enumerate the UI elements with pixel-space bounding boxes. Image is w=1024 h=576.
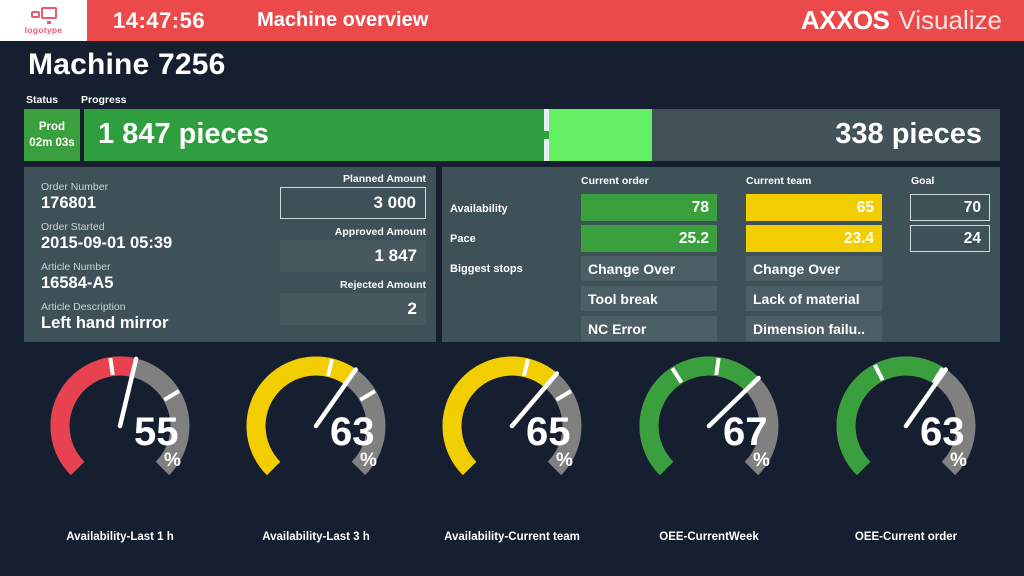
article-description-value: Left hand mirror [41,314,168,333]
order-started-value: 2015-09-01 05:39 [41,234,172,253]
logo[interactable]: logotype [0,0,87,41]
gauge-row: 55 % Availability-Last 1 h 63 % Availabi… [0,346,1024,561]
progress-fill-highlight [546,109,652,161]
gauge-4: 67 % OEE-CurrentWeek [611,346,807,561]
produced-count: 1 847 pieces [98,118,269,151]
gauge-2: 63 % Availability-Last 3 h [218,346,414,561]
gauge-unit: % [526,450,602,472]
order-number-label: Order Number [41,181,108,193]
gauge-value: 67 [723,412,799,452]
gauge-tick [110,358,112,375]
gauge-label: Availability-Last 1 h [22,531,218,543]
app-header: logotype 14:47:56 Machine overview AXXOS… [0,0,1024,41]
planned-amount-label: Planned Amount [343,173,426,185]
column-goal: Goal [911,175,934,187]
progress-marker [544,109,549,161]
status-state: Prod [39,121,65,133]
order-number-value: 176801 [41,194,96,213]
article-description-label: Article Description [41,301,126,313]
column-current-order: Current order [581,175,649,187]
order-stop-2: Tool break [581,286,717,311]
gauge-value: 65 [526,412,602,452]
logo-label: logotype [25,25,63,35]
column-current-team: Current team [746,175,811,187]
gauge-label: OEE-Current order [808,531,1004,543]
article-number-value: 16584-A5 [41,274,113,293]
gauge-label: OEE-CurrentWeek [611,531,807,543]
goal-pace-value: 24 [910,225,990,252]
row-biggest-stops: Biggest stops [450,263,523,275]
team-stop-2: Lack of material [746,286,882,311]
gauge-label: Availability-Last 3 h [218,531,414,543]
gauge-unit: % [920,450,996,472]
gauge-unit: % [134,450,210,472]
approved-amount-label: Approved Amount [335,226,426,238]
header-title: Machine overview [257,9,428,32]
planned-amount-value: 3 000 [280,187,426,219]
order-started-label: Order Started [41,221,105,233]
kpi-panel: Current order Current team Goal Availabi… [442,167,1000,342]
order-stop-1: Change Over [581,256,717,281]
gauge-value: 63 [920,412,996,452]
order-panel: Order Number 176801 Order Started 2015-0… [24,167,436,342]
gauge-1: 55 % Availability-Last 1 h [22,346,218,561]
order-availability-value: 78 [581,194,717,221]
status-badge: Prod 02m 03s [24,109,80,161]
order-stop-3: NC Error [581,316,717,341]
gauge-value: 63 [330,412,406,452]
page-title: Machine 7256 [28,48,226,82]
article-number-label: Article Number [41,261,110,273]
progress-caption: Progress [81,94,127,106]
gauge-unit: % [723,450,799,472]
brand-name: AXXOS [801,5,890,36]
gauge-5: 63 % OEE-Current order [808,346,1004,561]
team-pace-value: 23.4 [746,225,882,252]
gauge-label: Availability-Current team [414,531,610,543]
team-availability-value: 65 [746,194,882,221]
status-elapsed: 02m 03s [29,137,74,149]
status-caption: Status [26,94,58,106]
gauge-unit: % [330,450,406,472]
team-stop-3: Dimension failu.. [746,316,882,341]
gauge-3: 65 % Availability-Current team [414,346,610,561]
gauge-tick [716,358,718,375]
brand-product: Visualize [898,5,1002,36]
row-availability: Availability [450,203,508,215]
remaining-count: 338 pieces [835,118,982,151]
team-stop-1: Change Over [746,256,882,281]
goal-availability-value: 70 [910,194,990,221]
clock: 14:47:56 [113,8,205,34]
gauge-value: 55 [134,412,210,452]
monitor-icon [31,7,57,24]
rejected-amount-value: 2 [280,293,426,325]
approved-amount-value: 1 847 [280,240,426,272]
row-pace: Pace [450,233,476,245]
rejected-amount-label: Rejected Amount [340,279,426,291]
brand: AXXOS Visualize [801,5,1002,36]
progress-bar: 1 847 pieces 338 pieces [84,109,1000,161]
order-pace-value: 25.2 [581,225,717,252]
